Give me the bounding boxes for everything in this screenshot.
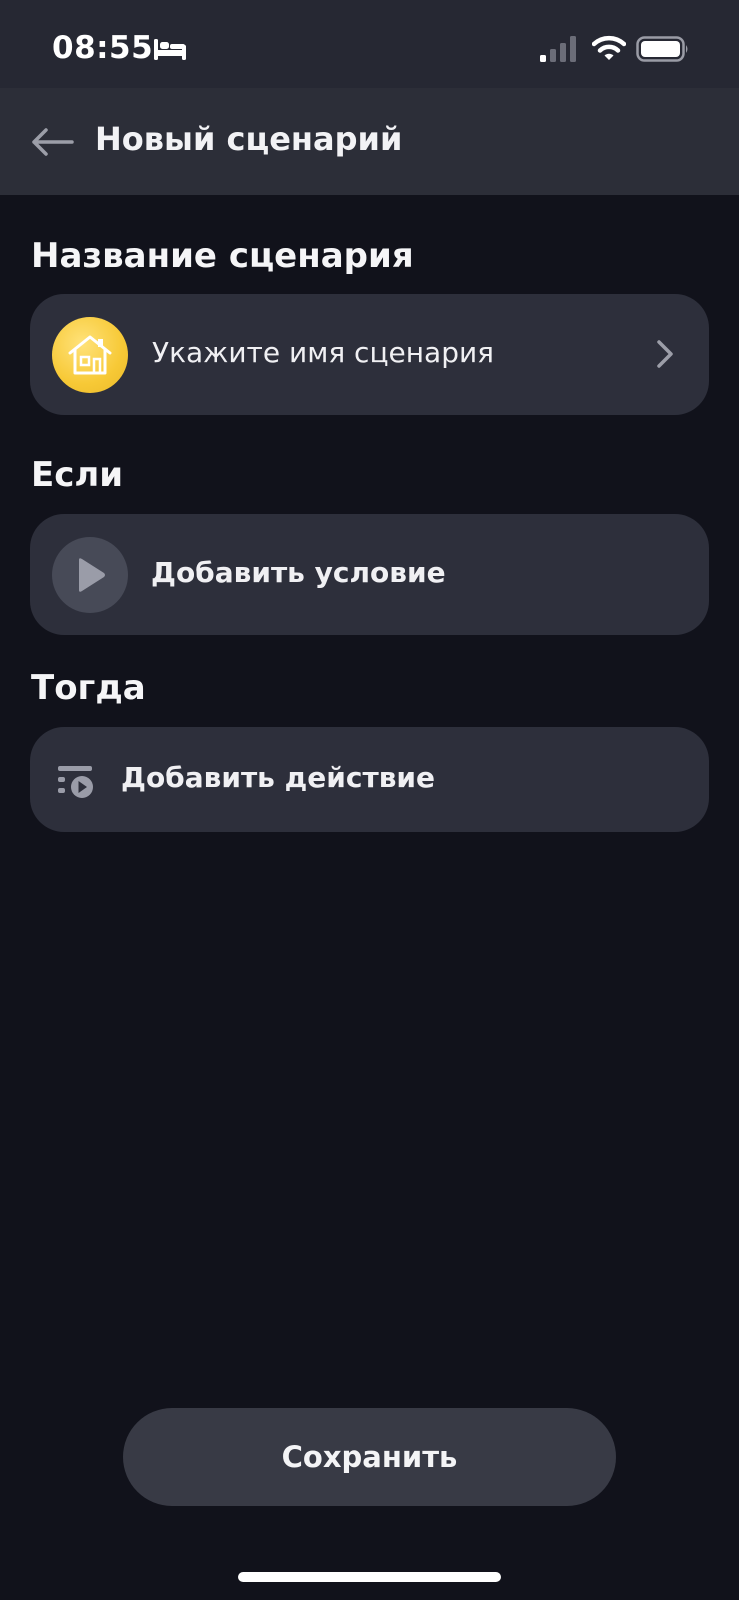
play-icon	[79, 558, 105, 592]
top-app-bar: Новый сценарий	[0, 88, 739, 195]
home-icon-badge	[52, 317, 128, 393]
chevron-right-icon	[657, 340, 673, 368]
home-indicator	[238, 1572, 501, 1582]
bed-icon	[154, 39, 186, 60]
arrow-left-icon	[32, 128, 74, 156]
screen: 08:55 Новый сценарий Название сценария У…	[0, 0, 739, 1600]
home-icon	[68, 335, 112, 375]
section-label-name: Название сценария	[31, 236, 414, 276]
add-action-button[interactable]: Добавить действие	[30, 727, 709, 832]
battery-icon	[636, 36, 688, 62]
play-icon-badge	[52, 537, 128, 613]
add-condition-label: Добавить условие	[151, 556, 446, 589]
status-bar: 08:55	[0, 0, 739, 88]
add-action-label: Добавить действие	[121, 761, 436, 794]
section-label-if: Если	[31, 455, 124, 495]
page-title: Новый сценарий	[95, 120, 403, 158]
section-label-then: Тогда	[31, 668, 146, 708]
status-time: 08:55	[52, 30, 154, 66]
scenario-name-placeholder: Укажите имя сценария	[152, 336, 495, 369]
save-button[interactable]: Сохранить	[123, 1408, 616, 1506]
action-list-icon	[58, 766, 93, 798]
save-button-label: Сохранить	[281, 1440, 458, 1474]
add-condition-button[interactable]: Добавить условие	[30, 514, 709, 635]
back-button[interactable]	[28, 118, 76, 166]
signal-icon	[540, 36, 576, 62]
scenario-name-field[interactable]: Укажите имя сценария	[30, 294, 709, 415]
wifi-icon	[592, 35, 626, 60]
